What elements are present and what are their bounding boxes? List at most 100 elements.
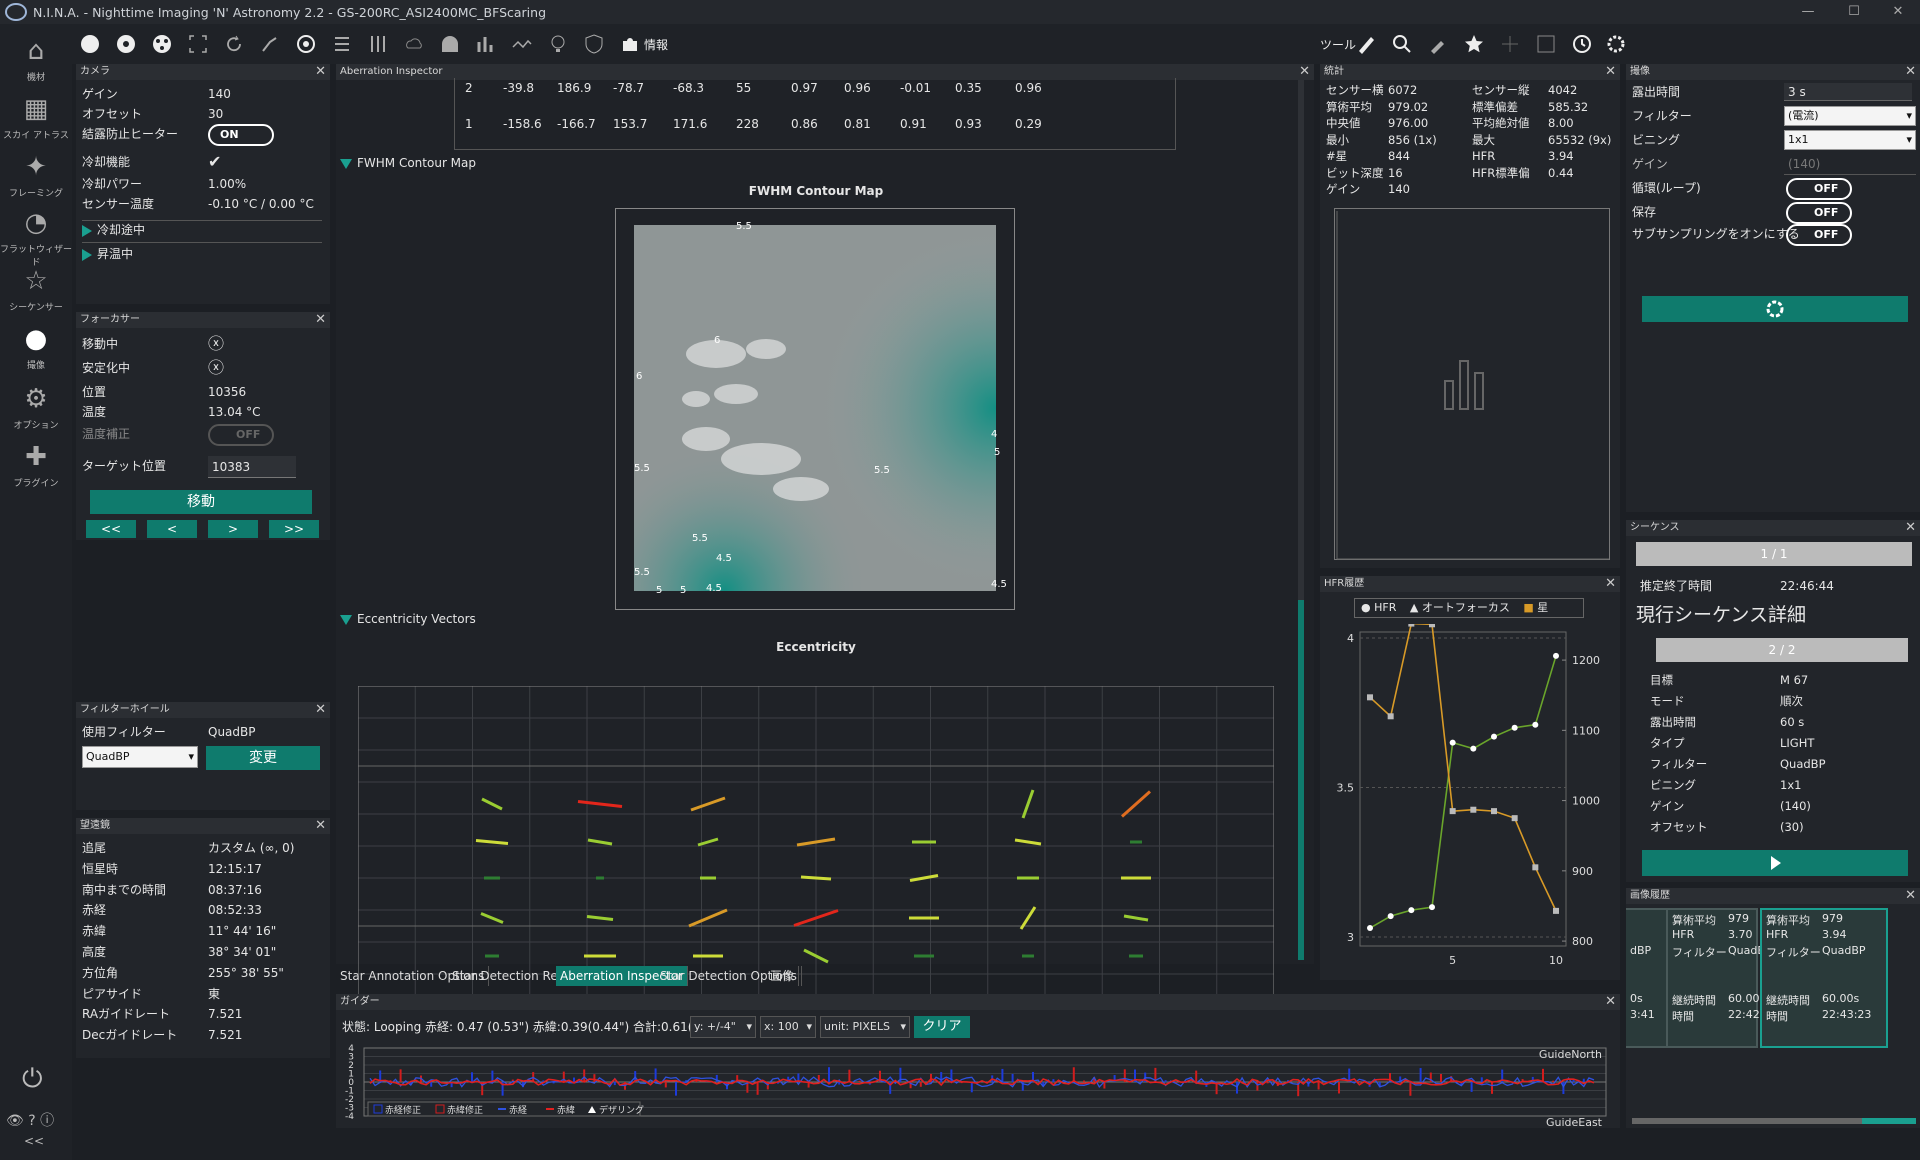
anti-dew-heater-toggle[interactable]: ON (208, 124, 274, 146)
close-icon[interactable]: ✕ (315, 64, 326, 79)
contour-blob (773, 477, 829, 501)
camera-panel-icon[interactable] (72, 24, 108, 64)
exposure-toggle[interactable]: OFF (1786, 202, 1852, 224)
sidebar-item-options[interactable]: ⚙ オプション (0, 382, 72, 431)
guider-panel-icon[interactable] (288, 24, 324, 64)
sequence-panel-icon[interactable] (324, 24, 360, 64)
history-icon[interactable] (1564, 24, 1600, 64)
history-thumbnail[interactable]: 算術平均 979 HFR 3.94 フィルター QuadBP 継続時間 60.00s 時間 22:… (1760, 908, 1888, 1048)
close-icon[interactable]: ✕ (1605, 994, 1616, 1009)
minimize-button[interactable]: — (1788, 0, 1828, 24)
platesolve-panel-icon[interactable] (180, 24, 216, 64)
eta-value: 22:46:44 (1780, 579, 1834, 593)
rotator-panel-icon[interactable] (216, 24, 252, 64)
close-icon[interactable]: ✕ (1605, 576, 1616, 591)
exposure-time-input[interactable]: 3 s (1784, 83, 1912, 101)
eccentricity-section-header[interactable]: Eccentricity Vectors (340, 612, 476, 626)
exposure-toggle[interactable]: OFF (1786, 224, 1852, 246)
move-focuser-button[interactable]: 移動 (90, 490, 312, 514)
contour-label: 4.5 (991, 579, 1007, 590)
hfr-history-panel-icon[interactable] (504, 24, 540, 64)
telescope-panel-icon[interactable] (252, 24, 288, 64)
warming-expander[interactable]: 昇温中 (82, 244, 342, 264)
cooling-expander[interactable]: 冷却途中 (82, 220, 342, 240)
zoom-icon[interactable] (1384, 24, 1420, 64)
fwhm-section-header[interactable]: FWHM Contour Map (340, 156, 476, 170)
start-capture-button[interactable] (1642, 296, 1908, 322)
eccentricity-vector (587, 838, 613, 846)
collapse-sidebar-icon[interactable]: << (24, 1134, 44, 1148)
focuser-step-button[interactable]: >> (269, 520, 319, 538)
histogram-panel-icon[interactable] (468, 24, 504, 64)
x-scale-select[interactable]: x: 100 (760, 1016, 816, 1038)
hfr-point (1408, 907, 1415, 914)
plugin-panel-icon[interactable] (612, 24, 648, 64)
y-right-tick: 1100 (1572, 724, 1600, 737)
star-icon[interactable] (1456, 24, 1492, 64)
safety-panel-icon[interactable] (576, 24, 612, 64)
sidebar-item-sequencer[interactable]: ☆ シーケンサー (0, 264, 72, 313)
focuser-step-button[interactable]: < (147, 520, 197, 538)
close-icon[interactable]: ✕ (1905, 64, 1916, 79)
flat-device-panel-icon[interactable] (540, 24, 576, 64)
legend-hfr: ● HFR (1361, 601, 1397, 614)
exposure-toggle[interactable]: OFF (1786, 178, 1852, 200)
telescope-panel: 望遠鏡 ✕ 追尾 カスタム (∞, 0) 恒星時 12:15:17 南中までの時間 08:3… (76, 818, 330, 1058)
weather-panel-icon[interactable] (396, 24, 432, 64)
crosshair-icon[interactable] (1492, 24, 1528, 64)
focuser-panel-title: フォーカサー (80, 314, 140, 325)
aberration-cell: 0.91 (900, 117, 927, 131)
brush-icon[interactable] (1420, 24, 1456, 64)
sidebar-item-telescope[interactable]: ⌂ 機材 (0, 34, 72, 83)
sequence-progress-bar: 1 / 1 (1636, 542, 1912, 566)
power-icon[interactable]: ⏻ (22, 1064, 43, 1095)
filter-select[interactable]: QuadBP (82, 746, 198, 768)
filter-select[interactable]: (電流) (1784, 106, 1916, 126)
focuser-step-button[interactable]: << (86, 520, 136, 538)
unit-select[interactable]: unit: PIXELS (820, 1016, 910, 1038)
sidebar-item-framing[interactable]: ✦ フレーミング (0, 150, 72, 199)
camera-row: 冷却パワー 1.00% (82, 177, 247, 191)
close-icon[interactable]: ✕ (1605, 64, 1616, 79)
clear-guide-button[interactable]: クリア (914, 1016, 970, 1038)
temp-compensation-toggle[interactable]: OFF (208, 424, 274, 446)
sidebar-item-plugin[interactable]: ✚ プラグイン (0, 440, 72, 489)
close-window-button[interactable]: ✕ (1878, 0, 1918, 24)
focuser-step-button[interactable]: > (208, 520, 258, 538)
close-icon[interactable]: ✕ (315, 702, 326, 717)
binning-select[interactable]: 1x1 (1784, 130, 1916, 150)
sidebar-item-sky-atlas[interactable]: ▦ スカイ アトラス (0, 92, 72, 141)
ruler-icon[interactable] (1348, 24, 1384, 64)
stats-panel-icon[interactable] (360, 24, 396, 64)
target-position-input[interactable]: 10383 (208, 456, 296, 478)
info-label[interactable]: 情報 (644, 36, 668, 53)
camera-row: 結露防止ヒーター ON (82, 124, 342, 146)
close-icon[interactable]: ✕ (1905, 888, 1916, 903)
maximize-button[interactable]: ☐ (1834, 0, 1874, 24)
close-icon[interactable]: ✕ (1905, 520, 1916, 535)
contour-blob (682, 427, 730, 451)
contour-label: 6 (714, 335, 720, 346)
sidebar-item-imaging[interactable]: ● 撮像 (0, 322, 72, 371)
sidebar-item-flat-wizard[interactable]: ◔ フラットウィザード (0, 206, 72, 268)
contour-label: 5.5 (692, 533, 708, 544)
help-icons[interactable]: 👁 ? ⓘ (6, 1110, 54, 1130)
settings-icon[interactable] (1598, 24, 1634, 64)
close-icon[interactable]: ✕ (315, 312, 326, 327)
y-scale-select[interactable]: y: +/-4" (690, 1016, 756, 1038)
gain-input[interactable]: (140) (1784, 154, 1916, 175)
history-scrollbar[interactable] (1632, 1118, 1916, 1124)
scrollbar[interactable] (1298, 80, 1304, 960)
filterwheel-panel-icon[interactable] (108, 24, 144, 64)
history-thumbnail[interactable]: 算術平均 979 HFR 3.70 フィルター QuadBP 継続時間 60.00s 時間 22:… (1666, 908, 1777, 1048)
tab-4[interactable]: 画像 (766, 966, 800, 986)
run-sequence-button[interactable] (1642, 850, 1908, 876)
telescope-row: Decガイドレート 7.521 (82, 1028, 243, 1043)
stretch-icon[interactable] (1528, 24, 1564, 64)
focuser-panel-icon[interactable] (144, 24, 180, 64)
close-icon[interactable]: ✕ (315, 818, 326, 833)
change-filter-button[interactable]: 変更 (206, 746, 320, 770)
dome-panel-icon[interactable] (432, 24, 468, 64)
close-icon[interactable]: ✕ (1299, 64, 1310, 79)
contour-label: 5.5 (874, 465, 890, 476)
